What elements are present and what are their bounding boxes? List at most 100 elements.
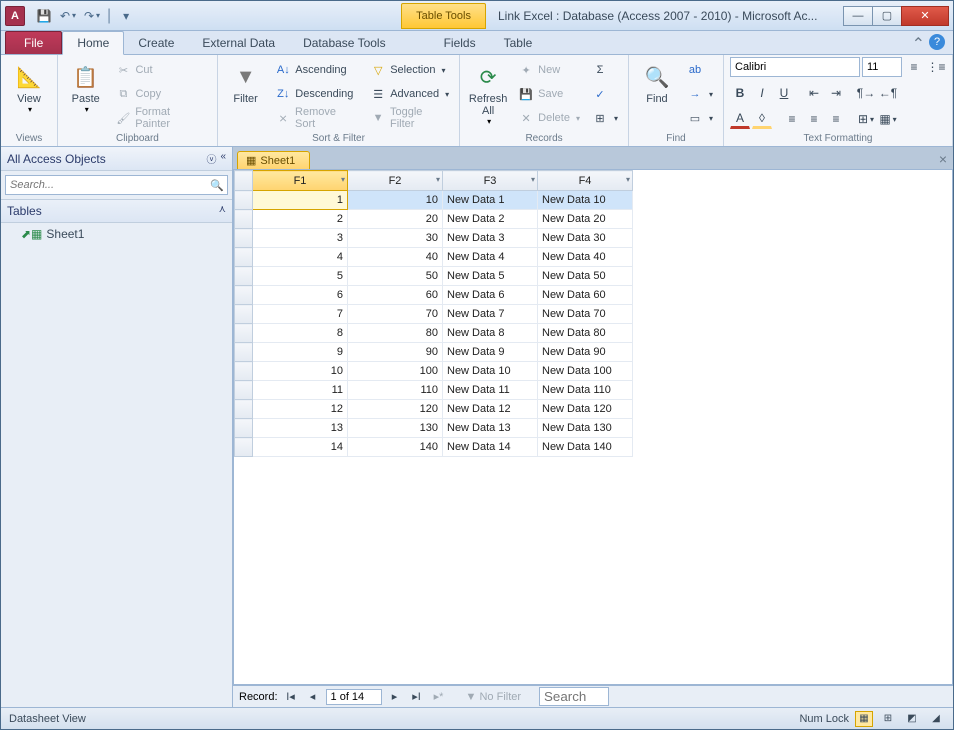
- record-position[interactable]: 1 of 14: [326, 689, 382, 705]
- delete-record-button[interactable]: ✕Delete▾: [514, 107, 584, 129]
- cell[interactable]: 14: [253, 438, 348, 457]
- cell[interactable]: New Data 90: [538, 343, 633, 362]
- align-right-button[interactable]: ≡: [826, 109, 846, 129]
- table-row[interactable]: 10100New Data 10New Data 100: [235, 362, 633, 381]
- align-left-button[interactable]: ≡: [782, 109, 802, 129]
- cell[interactable]: 9: [253, 343, 348, 362]
- cell[interactable]: 90: [348, 343, 443, 362]
- table-row[interactable]: 14140New Data 14New Data 140: [235, 438, 633, 457]
- cell[interactable]: New Data 110: [538, 381, 633, 400]
- totals-button[interactable]: Σ: [588, 59, 622, 81]
- cell[interactable]: New Data 11: [443, 381, 538, 400]
- cell[interactable]: New Data 2: [443, 210, 538, 229]
- save-record-button[interactable]: 💾Save: [514, 83, 584, 105]
- cell[interactable]: 8: [253, 324, 348, 343]
- cell[interactable]: 4: [253, 248, 348, 267]
- fields-tab[interactable]: Fields: [430, 32, 490, 54]
- cell[interactable]: 130: [348, 419, 443, 438]
- close-doc-icon[interactable]: ×: [937, 149, 949, 169]
- cell[interactable]: New Data 80: [538, 324, 633, 343]
- datasheet-view-button[interactable]: ▦: [855, 711, 873, 727]
- cell[interactable]: New Data 3: [443, 229, 538, 248]
- cell[interactable]: New Data 130: [538, 419, 633, 438]
- cut-button[interactable]: ✂Cut: [111, 59, 210, 81]
- first-record-button[interactable]: I◂: [282, 690, 300, 703]
- nav-group-tables[interactable]: Tables ⋏: [1, 199, 232, 223]
- cell[interactable]: New Data 60: [538, 286, 633, 305]
- help-icon[interactable]: ?: [929, 34, 945, 50]
- table-row[interactable]: 440New Data 4New Data 40: [235, 248, 633, 267]
- spelling-button[interactable]: ✓: [588, 83, 622, 105]
- cell[interactable]: 40: [348, 248, 443, 267]
- cell[interactable]: New Data 10: [538, 191, 633, 210]
- table-row[interactable]: 11110New Data 11New Data 110: [235, 381, 633, 400]
- nav-header[interactable]: All Access Objects ⓥ «: [1, 147, 232, 171]
- file-tab[interactable]: File: [5, 31, 62, 54]
- cell[interactable]: 2: [253, 210, 348, 229]
- table-row[interactable]: 330New Data 3New Data 30: [235, 229, 633, 248]
- rtl-button[interactable]: ←¶: [878, 83, 898, 103]
- new-record-button[interactable]: ✦New: [514, 59, 584, 81]
- select-all-corner[interactable]: [235, 171, 253, 191]
- row-selector[interactable]: [235, 305, 253, 324]
- column-header-f2[interactable]: F2▾: [348, 171, 443, 191]
- cell[interactable]: 12: [253, 400, 348, 419]
- cell[interactable]: 50: [348, 267, 443, 286]
- design-view-button[interactable]: ⊞: [879, 711, 897, 727]
- cell[interactable]: 5: [253, 267, 348, 286]
- cell[interactable]: 120: [348, 400, 443, 419]
- prev-record-button[interactable]: ◂: [304, 690, 322, 703]
- external-data-tab[interactable]: External Data: [188, 32, 289, 54]
- view-button[interactable]: 📐 View ▾: [7, 57, 51, 114]
- copy-button[interactable]: ⧉Copy: [111, 83, 210, 105]
- format-painter-button[interactable]: 🖌Format Painter: [111, 107, 210, 129]
- row-selector[interactable]: [235, 438, 253, 457]
- table-row[interactable]: 110New Data 1New Data 10: [235, 191, 633, 210]
- cell[interactable]: 80: [348, 324, 443, 343]
- row-selector[interactable]: [235, 191, 253, 210]
- nav-item-sheet1[interactable]: ⬈▦ Sheet1: [1, 223, 232, 245]
- save-icon[interactable]: 💾: [33, 5, 55, 27]
- close-button[interactable]: ✕: [901, 6, 949, 26]
- row-selector[interactable]: [235, 419, 253, 438]
- cell[interactable]: New Data 5: [443, 267, 538, 286]
- cell[interactable]: New Data 4: [443, 248, 538, 267]
- table-row[interactable]: 13130New Data 13New Data 130: [235, 419, 633, 438]
- cell[interactable]: 6: [253, 286, 348, 305]
- column-header-f3[interactable]: F3▾: [443, 171, 538, 191]
- cell[interactable]: New Data 8: [443, 324, 538, 343]
- gridlines-button[interactable]: ⊞▾: [856, 109, 876, 129]
- cell[interactable]: 1: [253, 191, 348, 210]
- cell[interactable]: 70: [348, 305, 443, 324]
- cell[interactable]: New Data 120: [538, 400, 633, 419]
- cell[interactable]: 60: [348, 286, 443, 305]
- cell[interactable]: 3: [253, 229, 348, 248]
- minimize-ribbon-icon[interactable]: ⌃: [912, 34, 925, 54]
- column-dropdown-icon[interactable]: ▾: [436, 175, 440, 184]
- align-center-button[interactable]: ≡: [804, 109, 824, 129]
- home-tab[interactable]: Home: [62, 31, 124, 55]
- cell[interactable]: New Data 7: [443, 305, 538, 324]
- undo-icon[interactable]: ↶▾: [57, 5, 79, 27]
- row-selector[interactable]: [235, 324, 253, 343]
- row-selector[interactable]: [235, 286, 253, 305]
- cell[interactable]: 140: [348, 438, 443, 457]
- cell[interactable]: New Data 9: [443, 343, 538, 362]
- remove-sort-button[interactable]: ⨯Remove Sort: [271, 107, 362, 129]
- ltr-button[interactable]: ¶→: [856, 83, 876, 103]
- row-selector[interactable]: [235, 362, 253, 381]
- database-tools-tab[interactable]: Database Tools: [289, 32, 400, 54]
- doc-tab-sheet1[interactable]: ▦ Sheet1: [237, 151, 310, 169]
- paste-button[interactable]: 📋 Paste ▾: [64, 57, 107, 114]
- cell[interactable]: New Data 20: [538, 210, 633, 229]
- row-selector[interactable]: [235, 400, 253, 419]
- cell[interactable]: New Data 6: [443, 286, 538, 305]
- bold-button[interactable]: B: [730, 83, 750, 103]
- more-button[interactable]: ⊞▾: [588, 107, 622, 129]
- font-color-button[interactable]: A: [730, 109, 750, 129]
- advanced-button[interactable]: ☰Advanced▾: [366, 83, 453, 105]
- cell[interactable]: 10: [253, 362, 348, 381]
- cell[interactable]: New Data 13: [443, 419, 538, 438]
- cell[interactable]: 30: [348, 229, 443, 248]
- ascending-button[interactable]: A↓Ascending: [271, 59, 362, 81]
